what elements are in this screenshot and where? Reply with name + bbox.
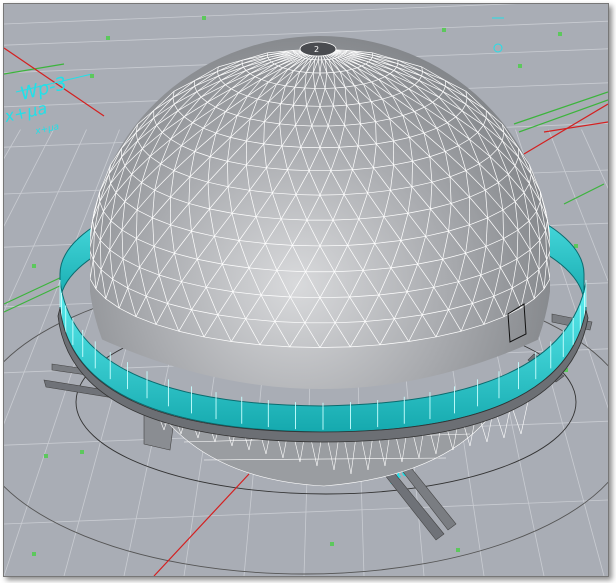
grid-node-icon <box>518 64 522 68</box>
apex-marker: 2 <box>314 45 319 54</box>
grid-node-icon <box>32 552 36 556</box>
grid-node-icon <box>574 244 578 248</box>
grid-node-icon <box>456 548 460 552</box>
grid-node-icon <box>80 450 84 454</box>
grid-node-icon <box>106 36 110 40</box>
grid-node-icon <box>202 16 206 20</box>
grid-node-icon <box>44 454 48 458</box>
grid-node-icon <box>558 32 562 36</box>
grid-node-icon <box>442 28 446 32</box>
grid-node-icon <box>32 264 36 268</box>
3d-viewport[interactable]: Wp-3 x+μa x+μa μa 2 <box>3 3 609 577</box>
scene-canvas: Wp-3 x+μa x+μa μa 2 <box>4 4 608 576</box>
grid-node-icon <box>330 542 334 546</box>
grid-node-icon <box>90 74 94 78</box>
